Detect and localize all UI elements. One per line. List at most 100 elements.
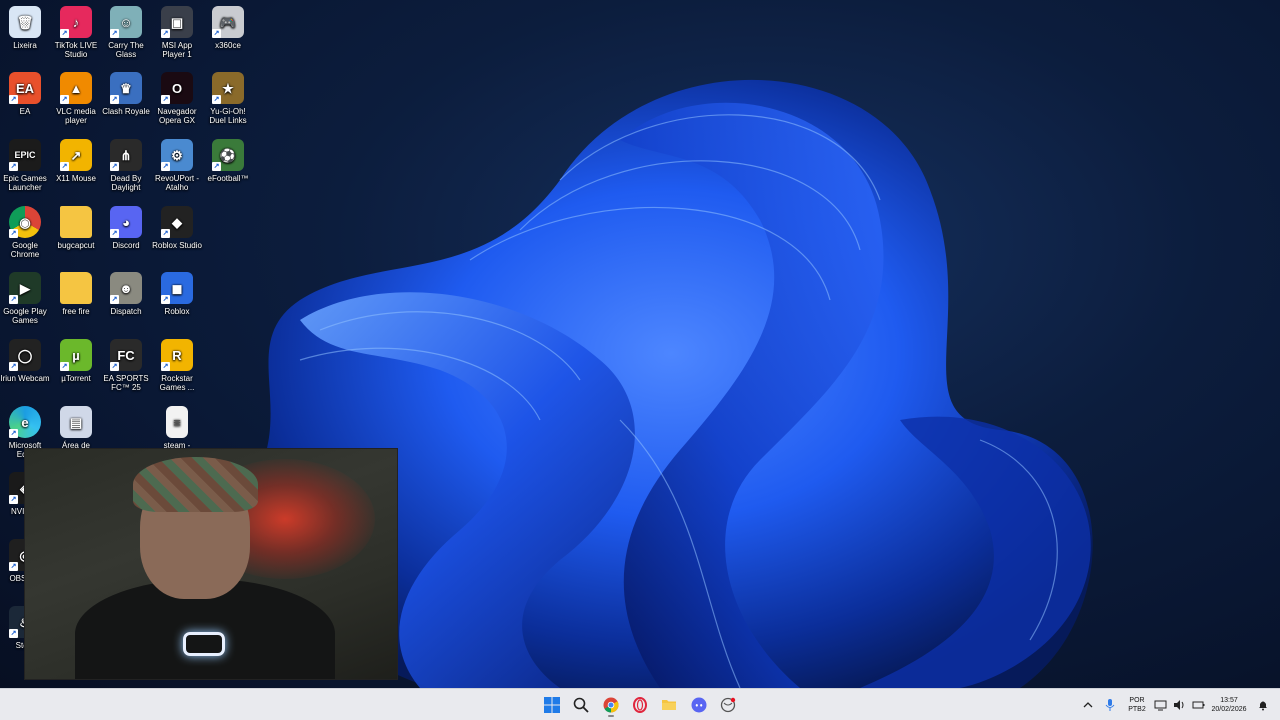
- tray-overflow-chevron[interactable]: [1082, 689, 1094, 720]
- shortcut-arrow-icon: ↗: [9, 362, 18, 371]
- shortcut-arrow-icon: ↗: [60, 162, 69, 171]
- revo-uninstaller-icon: ⚙ ↗: [161, 139, 193, 171]
- taskbar-search-button[interactable]: [568, 693, 594, 717]
- desktop-icon-iriun[interactable]: ◯ ↗ Iriun Webcam: [0, 339, 50, 383]
- desktop-icon-area-de[interactable]: ▤ Área de: [51, 406, 101, 450]
- microphone-tray[interactable]: [1104, 689, 1116, 720]
- desktop-icon-clash-royale[interactable]: ♛ ↗ Clash Royale: [101, 72, 151, 116]
- desktop-icon-label: bugcapcut: [57, 241, 95, 250]
- desktop-icon-msi-app-player[interactable]: ▣ ↗ MSI App Player 1: [152, 6, 202, 59]
- icon-glyph: ↗: [70, 147, 82, 163]
- shortcut-arrow-icon: ↗: [161, 95, 170, 104]
- shortcut-arrow-icon: ↗: [9, 629, 18, 638]
- icon-glyph: ⚙: [171, 147, 183, 163]
- desktop-icon-gplay-games[interactable]: ▶ ↗ Google Play Games: [0, 272, 50, 325]
- language-indicator[interactable]: POR PTB2: [1124, 689, 1150, 720]
- google-play-games-icon: ▶ ↗: [9, 272, 41, 304]
- edge-icon: e ↗: [9, 406, 41, 438]
- desktop-icon-label: µTorrent: [61, 374, 91, 383]
- ea-fc-icon: FC ↗: [110, 339, 142, 371]
- icon-glyph: µ: [72, 347, 80, 363]
- desktop-icon-efootball[interactable]: ⚽ ↗ eFootball™: [203, 139, 253, 183]
- desktop-icon-revouninstaller[interactable]: ⚙ ↗ RevoUPort - Atalho: [152, 139, 202, 192]
- search-icon: [573, 697, 589, 713]
- shortcut-arrow-icon: ↗: [212, 29, 221, 38]
- desktop-icon-lixeira[interactable]: 🗑 Lixeira: [0, 6, 50, 50]
- desktop-icon-label: Rockstar Games ...: [159, 374, 195, 392]
- desktop-icon-label: EA: [19, 107, 31, 116]
- shortcut-arrow-icon: ↗: [161, 229, 170, 238]
- icon-glyph: O: [171, 80, 183, 96]
- taskbar-opera-button[interactable]: [627, 693, 653, 717]
- shortcut-arrow-icon: ↗: [161, 295, 170, 304]
- opera-gx-icon: [632, 697, 648, 713]
- icon-glyph: ☺: [119, 14, 133, 30]
- folder-icon: [60, 272, 92, 304]
- taskbar-explorer-button[interactable]: [656, 693, 682, 717]
- desktop-icon-ea[interactable]: EA ↗ EA: [0, 72, 50, 116]
- desktop-icon-carry-glass[interactable]: ☺ ↗ Carry The Glass: [101, 6, 151, 59]
- chrome-icon: [603, 697, 619, 713]
- desktop-icon-opera-gx[interactable]: O ↗ Navegador Opera GX: [152, 72, 202, 125]
- desktop-icon-label: free fire: [62, 307, 90, 316]
- ea-icon: EA ↗: [9, 72, 41, 104]
- clock[interactable]: 13:57 20/02/2026: [1204, 689, 1254, 720]
- icon-glyph: ☻: [119, 280, 133, 296]
- taskbar-chrome-button[interactable]: [598, 693, 624, 717]
- desktop-icon-epic[interactable]: EPIC ↗ Epic Games Launcher: [0, 139, 50, 192]
- taskbar-xbox-button[interactable]: [715, 693, 741, 717]
- desktop-icon-x360ce[interactable]: 🎮 ↗ x360ce: [203, 6, 253, 50]
- desktop-icon-tiktok[interactable]: ♪ ↗ TikTok LIVE Studio: [51, 6, 101, 59]
- opera-gx-icon: O ↗: [161, 72, 193, 104]
- desktop-icon-steam-file[interactable]: ≡ steam -: [152, 406, 202, 450]
- desktop-icon-label: MSI App Player 1: [161, 41, 193, 59]
- patterned-cap: [133, 457, 258, 512]
- shortcut-arrow-icon: ↗: [9, 162, 18, 171]
- desktop-icon-eafc25[interactable]: FC ↗ EA SPORTS FC™ 25: [101, 339, 151, 392]
- desktop-icon-rockstar[interactable]: R ↗ Rockstar Games ...: [152, 339, 202, 392]
- desktop-icon-bugcapcut[interactable]: bugcapcut: [51, 206, 101, 250]
- shortcut-arrow-icon: ↗: [110, 362, 119, 371]
- game-character-icon: ☺ ↗: [110, 6, 142, 38]
- desktop-icon-label: Navegador Opera GX: [157, 107, 197, 125]
- microphone-icon: [1105, 699, 1115, 711]
- taskbar-discord-button[interactable]: [686, 693, 712, 717]
- utorrent-icon: µ ↗: [60, 339, 92, 371]
- clock-time: 13:57: [1220, 697, 1238, 704]
- taskbar-start-button[interactable]: [539, 693, 565, 717]
- desktop-icon-label: Yu-Gi-Oh! Duel Links: [209, 107, 247, 125]
- desktop-icon-label: Carry The Glass: [108, 41, 144, 59]
- notification-center[interactable]: [1257, 689, 1269, 720]
- desktop-icon-yugioh[interactable]: ★ ↗ Yu-Gi-Oh! Duel Links: [203, 72, 253, 125]
- shortcut-arrow-icon: ↗: [110, 295, 119, 304]
- chrome-icon: ◉ ↗: [9, 206, 41, 238]
- icon-glyph: ⋔: [120, 147, 132, 163]
- desktop-icon-label: Dead By Daylight: [110, 174, 142, 192]
- gamepad-icon: 🎮 ↗: [212, 6, 244, 38]
- desktop-icon-roblox[interactable]: ◼ ↗ Roblox: [152, 272, 202, 316]
- shortcut-arrow-icon: ↗: [110, 95, 119, 104]
- desktop-icon-dispatch[interactable]: ☻ ↗ Dispatch: [101, 272, 151, 316]
- discord-icon: [691, 697, 707, 713]
- icon-glyph: ≡: [173, 414, 181, 430]
- desktop-icon-label: Dispatch: [110, 307, 142, 316]
- desktop-icon-x11-mouse[interactable]: ↗ ↗ X11 Mouse: [51, 139, 101, 183]
- icon-glyph: ◼: [171, 280, 183, 296]
- desktop-icon-label: Google Play Games: [3, 307, 47, 325]
- system-status-icons[interactable]: [1154, 689, 1205, 720]
- desktop-icon-discord[interactable]: ◕ ↗ Discord: [101, 206, 151, 250]
- desktop-icon-free-fire[interactable]: free fire: [51, 272, 101, 316]
- shortcut-arrow-icon: ↗: [212, 162, 221, 171]
- shortcut-arrow-icon: ↗: [212, 95, 221, 104]
- desktop-icon-dbd[interactable]: ⋔ ↗ Dead By Daylight: [101, 139, 151, 192]
- shortcut-arrow-icon: ↗: [161, 29, 170, 38]
- icon-glyph: 🗑: [16, 14, 34, 30]
- desktop-icon-chrome[interactable]: ◉ ↗ Google Chrome: [0, 206, 50, 259]
- desktop-icon-vlc[interactable]: ▲ ↗ VLC media player: [51, 72, 101, 125]
- recycle-bin-icon: 🗑: [9, 6, 41, 38]
- desktop-icon-roblox-studio[interactable]: ◆ ↗ Roblox Studio: [152, 206, 202, 250]
- desktop-icon-label: TikTok LIVE Studio: [54, 41, 98, 59]
- shortcut-arrow-icon: ↗: [9, 295, 18, 304]
- desktop-icon-label: Epic Games Launcher: [3, 174, 47, 192]
- desktop-icon-utorrent[interactable]: µ ↗ µTorrent: [51, 339, 101, 383]
